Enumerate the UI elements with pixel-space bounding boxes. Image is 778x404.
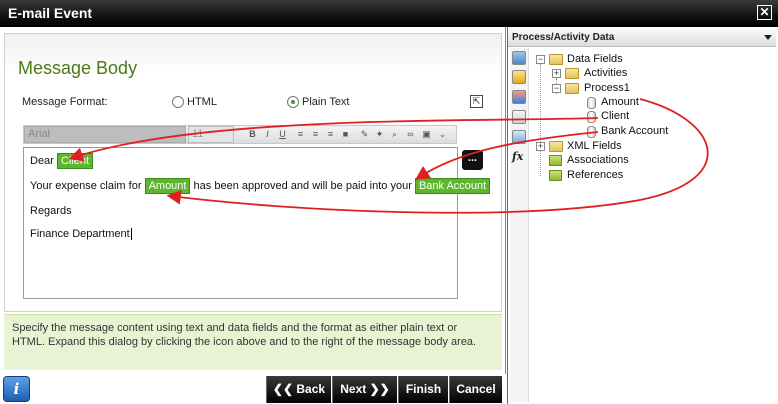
arrow-bank-account xyxy=(415,131,599,180)
arrow-amount xyxy=(166,98,709,214)
arrow-client xyxy=(68,117,599,162)
drag-arrows-overlay xyxy=(68,98,709,214)
